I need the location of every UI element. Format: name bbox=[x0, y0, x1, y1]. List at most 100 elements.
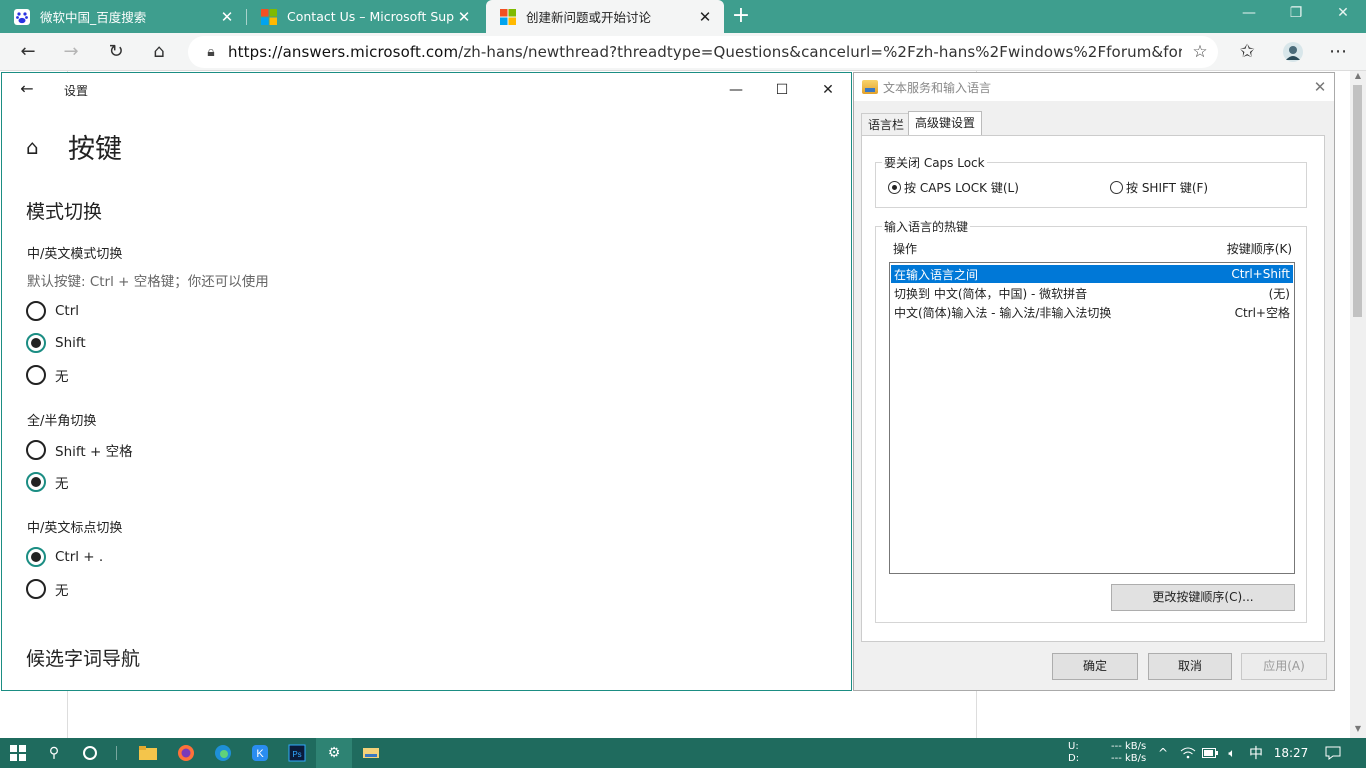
radio-label: Ctrl + . bbox=[55, 549, 104, 565]
favorites-list-icon[interactable]: ✩ bbox=[1232, 37, 1262, 67]
address-bar[interactable]: 🔒︎ https://answers.microsoft.com/zh-hans… bbox=[188, 36, 1218, 68]
tab-baidu-search[interactable]: 微软中国_百度搜索 ✕ bbox=[0, 0, 246, 33]
change-key-sequence-button[interactable]: 更改按键顺序(C)... bbox=[1111, 584, 1295, 611]
microsoft-logo-icon bbox=[261, 8, 277, 25]
favorite-star-icon[interactable]: ☆ bbox=[1182, 42, 1218, 62]
radio-button[interactable] bbox=[26, 365, 46, 385]
radio-button[interactable] bbox=[26, 440, 46, 460]
file-explorer-icon[interactable] bbox=[130, 738, 166, 768]
cancel-button[interactable]: 取消 bbox=[1148, 653, 1232, 680]
refresh-icon[interactable]: ↻ bbox=[101, 37, 131, 67]
scrollbar-thumb[interactable] bbox=[1353, 85, 1362, 317]
taskbar: ⚲ K Ps ⚙ U: D: --- kB/s --- kB/s ^ 🔈︎ 中 … bbox=[0, 738, 1366, 768]
tab-language-bar[interactable]: 语言栏 bbox=[861, 113, 912, 136]
network-icon[interactable] bbox=[1178, 738, 1198, 768]
settings-gear-icon[interactable]: ⚙ bbox=[316, 738, 352, 768]
capslock-option-capslock[interactable]: 按 CAPS LOCK 键(L) bbox=[888, 179, 1019, 196]
battery-icon[interactable] bbox=[1200, 738, 1220, 768]
radio-button[interactable] bbox=[26, 579, 46, 599]
photoshop-icon[interactable]: Ps bbox=[279, 738, 315, 768]
settings-title-bar: ← 设置 — ☐ ✕ bbox=[2, 73, 851, 105]
page-scrollbar[interactable]: ▲ ▼ bbox=[1350, 71, 1366, 738]
group-title: 要关闭 Caps Lock bbox=[882, 154, 987, 171]
scroll-down-icon[interactable]: ▼ bbox=[1350, 724, 1366, 738]
apply-button[interactable]: 应用(A) bbox=[1241, 653, 1327, 680]
tab-advanced-key-settings[interactable]: 高级键设置 bbox=[908, 111, 983, 137]
profile-avatar[interactable] bbox=[1278, 37, 1308, 67]
close-tab-icon[interactable]: ✕ bbox=[218, 8, 236, 26]
firefox-logo-icon bbox=[178, 745, 194, 761]
column-header-action: 操作 bbox=[893, 242, 918, 256]
search-icon[interactable]: ⚲ bbox=[36, 738, 72, 768]
minimize-icon[interactable]: — bbox=[713, 77, 759, 103]
firefox-icon[interactable] bbox=[168, 738, 204, 768]
keyboard-dialog-icon[interactable] bbox=[353, 738, 389, 768]
url-host: https://answers.microsoft.com bbox=[228, 43, 459, 61]
taskbar-divider bbox=[116, 746, 117, 760]
windows-logo-icon bbox=[10, 745, 26, 761]
lock-icon[interactable]: 🔒︎ bbox=[194, 44, 228, 60]
url-text[interactable]: https://answers.microsoft.com/zh-hans/ne… bbox=[228, 43, 1182, 61]
punct-option-none[interactable]: 无 bbox=[26, 578, 69, 600]
home-icon[interactable]: ⌂ bbox=[144, 37, 174, 67]
settings-app-title: 设置 bbox=[64, 84, 89, 98]
mode-option-none[interactable]: 无 bbox=[26, 364, 69, 386]
capslock-option-shift[interactable]: 按 SHIFT 键(F) bbox=[1110, 179, 1208, 196]
hotkey-row[interactable]: 切换到 中文(简体，中国) - 微软拼音 (无) bbox=[891, 284, 1293, 302]
radio-button-selected[interactable] bbox=[26, 333, 46, 353]
tab-title: Contact Us – Microsoft Support bbox=[287, 9, 455, 24]
svg-text:Ps: Ps bbox=[292, 750, 301, 759]
volume-icon[interactable]: 🔈︎ bbox=[1222, 738, 1242, 768]
kugou-app-icon[interactable]: K bbox=[242, 738, 278, 768]
action-center-icon bbox=[1325, 746, 1341, 760]
chevron-up-icon[interactable]: ^ bbox=[1155, 738, 1171, 768]
clock-time[interactable]: 18:27 bbox=[1270, 738, 1312, 768]
hotkey-row[interactable]: 在输入语言之间 Ctrl+Shift bbox=[891, 265, 1293, 283]
ime-indicator[interactable]: 中 bbox=[1246, 738, 1266, 768]
punct-option-ctrl-dot[interactable]: Ctrl + . bbox=[26, 546, 103, 568]
hotkey-row[interactable]: 中文(简体)输入法 - 输入法/非输入法切换 Ctrl+空格 bbox=[891, 303, 1293, 321]
text-services-dialog: 文本服务和输入语言 ✕ 语言栏 高级键设置 要关闭 Caps Lock 按 CA… bbox=[853, 72, 1335, 691]
radio-button-selected[interactable] bbox=[26, 472, 46, 492]
minimize-icon[interactable]: — bbox=[1226, 0, 1272, 33]
task-view-icon[interactable] bbox=[72, 738, 108, 768]
start-windows-icon[interactable] bbox=[0, 738, 36, 768]
tab-contact-us[interactable]: Contact Us – Microsoft Support ✕ bbox=[247, 0, 483, 33]
hotkey-action: 在输入语言之间 bbox=[894, 267, 979, 282]
radio-button-selected[interactable] bbox=[888, 181, 901, 194]
hotkeys-list[interactable]: 在输入语言之间 Ctrl+Shift 切换到 中文(简体，中国) - 微软拼音 … bbox=[889, 262, 1295, 574]
edge-logo-icon bbox=[215, 745, 231, 761]
radio-label: 无 bbox=[55, 476, 69, 492]
radio-button[interactable] bbox=[26, 301, 46, 321]
close-tab-icon[interactable]: ✕ bbox=[696, 8, 714, 26]
back-arrow-icon[interactable]: ← bbox=[13, 37, 43, 67]
cortana-circle-icon bbox=[83, 746, 97, 760]
edge-icon[interactable] bbox=[205, 738, 241, 768]
hotkey-action: 切换到 中文(简体，中国) - 微软拼音 bbox=[894, 286, 1088, 301]
ok-button[interactable]: 确定 bbox=[1052, 653, 1138, 680]
close-icon[interactable]: ✕ bbox=[805, 77, 851, 103]
browser-tab-bar: 微软中国_百度搜索 ✕ Contact Us – Microsoft Suppo… bbox=[0, 0, 1366, 33]
net-upload-speed: --- kB/s bbox=[1111, 741, 1147, 752]
mode-option-shift[interactable]: Shift bbox=[26, 332, 86, 354]
close-tab-icon[interactable]: ✕ bbox=[455, 8, 473, 26]
forward-arrow-icon[interactable]: → bbox=[56, 37, 86, 67]
more-menu-icon[interactable]: ⋯ bbox=[1323, 37, 1353, 67]
radio-button[interactable] bbox=[1110, 181, 1123, 194]
new-tab-button[interactable]: + bbox=[728, 3, 754, 29]
tab-new-thread[interactable]: 创建新问题或开始讨论 ✕ bbox=[486, 0, 724, 33]
close-icon[interactable]: ✕ bbox=[1306, 78, 1334, 96]
width-option-none[interactable]: 无 bbox=[26, 471, 69, 493]
back-arrow-icon[interactable]: ← bbox=[16, 79, 38, 99]
tab-title: 创建新问题或开始讨论 bbox=[526, 10, 652, 25]
maximize-icon[interactable]: ☐ bbox=[759, 77, 805, 103]
width-option-shift-space[interactable]: Shift + 空格 bbox=[26, 439, 133, 461]
radio-button-selected[interactable] bbox=[26, 547, 46, 567]
notification-icon[interactable] bbox=[1320, 738, 1346, 768]
scroll-up-icon[interactable]: ▲ bbox=[1350, 71, 1366, 85]
close-window-icon[interactable]: ✕ bbox=[1320, 0, 1366, 33]
microsoft-logo-icon bbox=[500, 8, 516, 25]
restore-icon[interactable]: ❐ bbox=[1273, 0, 1319, 33]
hotkey-keys: Ctrl+空格 bbox=[1234, 305, 1290, 320]
mode-option-ctrl[interactable]: Ctrl bbox=[26, 300, 79, 322]
